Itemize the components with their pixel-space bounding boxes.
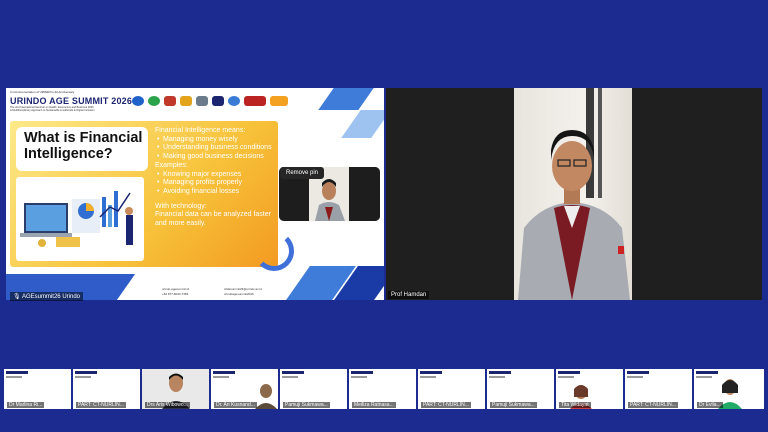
example-item: Managing profits properly <box>155 179 277 188</box>
decor-stripe <box>318 88 374 110</box>
participant-name: PART: CT-NURLIN... <box>628 402 678 408</box>
thumb-slide-sub <box>489 376 505 378</box>
thumb-slide-title <box>489 371 511 374</box>
footer-phone: +62 877-8043-7384 <box>162 292 189 296</box>
decor-stripe <box>341 110 384 138</box>
participant-thumb[interactable]: Drs Aris Wibowo... <box>142 369 209 409</box>
participant-name: Pamuji Sukmawa... <box>283 402 330 408</box>
tech-text: and more easily. <box>155 220 206 228</box>
speaker-person-icon <box>518 88 630 300</box>
example-item: Avoiding financial losses <box>155 188 277 197</box>
participant-thumb[interactable]: Tita Widayat <box>556 369 623 409</box>
participant-thumb[interactable]: Pamuji Sukmawa... <box>280 369 347 409</box>
participant-name: PART: CT-NURLIN... <box>421 402 471 408</box>
thumb-slide-sub <box>558 376 574 378</box>
slide-heading-box: What is Financial Intelligence? <box>16 127 148 171</box>
logo-icon <box>164 96 176 106</box>
summit-subtitle: The 2nd International Seminar on Health,… <box>10 106 150 112</box>
thumb-slide-title <box>282 371 304 374</box>
logo-icon <box>212 96 224 106</box>
thumb-slide-sub <box>75 376 91 378</box>
main-speaker-tile[interactable]: Prof Hamdan <box>386 88 762 300</box>
thumb-slide-sub <box>351 376 367 378</box>
thumb-slide-title <box>75 371 97 374</box>
logo-icon <box>228 96 240 106</box>
participant-thumb[interactable]: Pamuji Sukmawa... <box>487 369 554 409</box>
summit-theme-line: A Multidisciplinary Approach to Sustaina… <box>10 109 95 113</box>
thumb-slide-title <box>627 371 649 374</box>
presenter-name-tag: 🎙︎ AGEsummit26 Urindo <box>10 292 83 301</box>
sponsor-logos <box>132 96 288 106</box>
main-speaker-name: Prof Hamdan <box>388 291 430 299</box>
participant-thumb[interactable]: Meiliza Ratnasa... <box>349 369 416 409</box>
bullet-item: Understanding business conditions <box>155 144 277 153</box>
thumb-slide-sub <box>213 376 229 378</box>
example-item: Knowing major expenses <box>155 171 277 180</box>
logo-icon <box>196 96 208 106</box>
slide-heading: What is Financial Intelligence? <box>24 130 143 162</box>
participant-name: Meiliza Ratnasa... <box>352 402 396 408</box>
tech-text: Financial data can be analyzed faster <box>155 211 271 219</box>
participant-thumb[interactable]: PART: CT-NURLIN... <box>625 369 692 409</box>
presenter-name: AGEsummit26 Urindo <box>21 294 80 300</box>
slide-bullets: Financial Intelligence means: Managing m… <box>155 127 277 229</box>
participant-thumb[interactable]: PART: CT-NURLIN... <box>73 369 140 409</box>
thumb-slide-title <box>6 371 28 374</box>
thumb-slide-title <box>558 371 580 374</box>
bullet-item: Managing money wisely <box>155 136 277 145</box>
thumb-slide-title <box>696 371 718 374</box>
thumb-slide-title <box>351 371 373 374</box>
participant-name: Drs Aris Wibowo... <box>145 402 190 408</box>
thumb-slide-sub <box>627 376 643 378</box>
header-top-text: In Commemoration of URINDO's 42 Annivers… <box>10 90 75 94</box>
participant-name: PART: CT-NURLIN... <box>76 402 126 408</box>
thumb-slide-title <box>420 371 442 374</box>
thumb-slide-sub <box>6 376 22 378</box>
thumb-slide-sub <box>282 376 298 378</box>
participant-name: Pamuji Sukmawa... <box>490 402 537 408</box>
examples-label: Examples: <box>155 161 188 169</box>
remove-pin-button[interactable]: Remove pin <box>280 167 325 179</box>
finance-illustration-icon <box>16 177 144 261</box>
decor-ring <box>254 231 294 271</box>
participant-name: Dr Evila... <box>697 402 723 408</box>
slide-footer: urindo.agesummit.id +62 877-8043-7384 AG… <box>162 287 262 297</box>
logo-icon <box>244 96 266 106</box>
thumb-slide-title <box>213 371 235 374</box>
slide-card: What is Financial Intelligence? Financia… <box>10 121 294 271</box>
participant-strip: Dr Marlina Ri... PART: CT-NURLIN... Drs … <box>4 369 766 409</box>
participant-avatar-icon <box>255 384 277 409</box>
logo-icon <box>148 96 160 106</box>
participant-thumb[interactable]: Dr. Ari Kusnand... <box>211 369 278 409</box>
bullet-item: Making good business decisions <box>155 153 277 162</box>
participant-name: Dr. Ari Kusnand... <box>214 402 257 408</box>
thumb-slide-sub <box>420 376 436 378</box>
participant-thumb[interactable]: PART: CT-NURLIN... <box>418 369 485 409</box>
footer-social: urindoagesummit2026 <box>224 292 254 296</box>
logo-icon <box>180 96 192 106</box>
bullet-intro: Financial Intelligence means: <box>155 127 246 134</box>
participant-thumb[interactable]: Dr Evila... <box>694 369 764 409</box>
mic-off-icon: 🎙︎ <box>13 294 21 300</box>
thumb-slide-sub <box>696 376 712 378</box>
participant-thumb[interactable]: Dr Marlina Ri... <box>4 369 71 409</box>
participant-name: Dr Marlina Ri... <box>7 402 45 408</box>
summit-title: URINDO AGE SUMMIT 2026 <box>10 96 133 106</box>
logo-icon <box>270 96 288 106</box>
participant-name: Tita Widayat <box>559 402 591 408</box>
logo-icon <box>132 96 144 106</box>
tech-label: With technology: <box>155 202 207 210</box>
